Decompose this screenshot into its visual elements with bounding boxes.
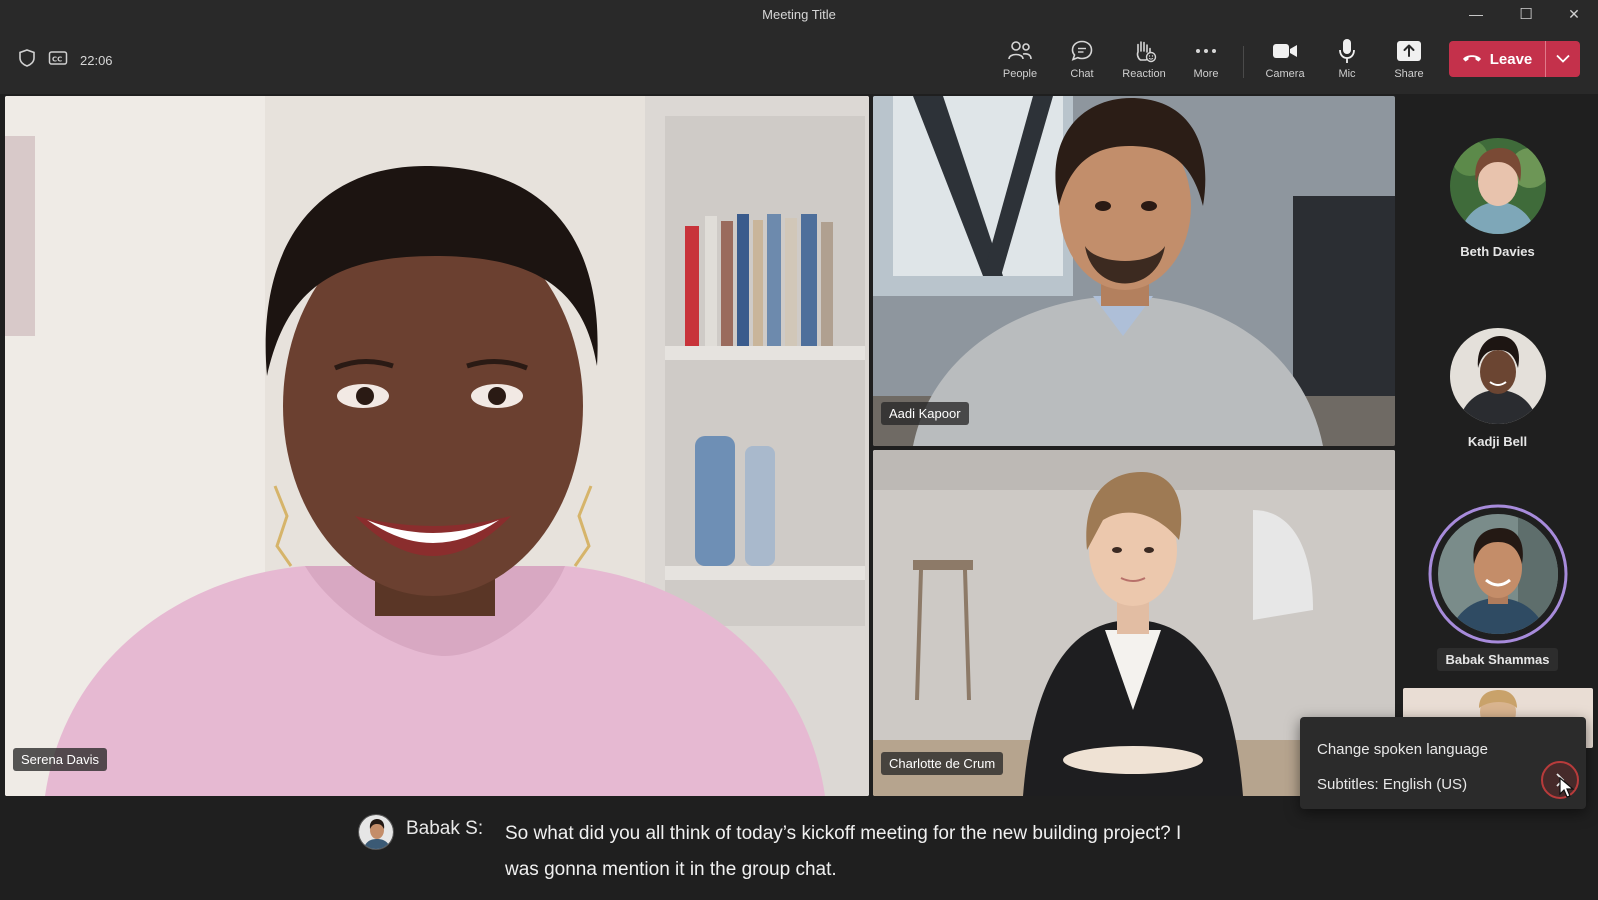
reaction-label: Reaction [1122,68,1166,80]
mouse-cursor-icon [1559,776,1575,804]
window-title: Meeting Title [762,6,836,22]
more-icon [1192,38,1220,64]
participant-name-tag: Aadi Kapoor [881,402,969,425]
mic-label: Mic [1338,68,1356,80]
more-button[interactable]: More [1177,38,1235,86]
meeting-toolbar: CC 22:06 People Chat Reaction More Camer… [0,28,1598,94]
avatar [1449,328,1546,424]
meeting-timer: 22:06 [80,53,113,68]
leave-options-button[interactable] [1546,41,1580,77]
video-tile-main[interactable]: Serena Davis [5,96,869,796]
rail-participant-name: Babak Shammas [1437,648,1558,671]
chat-label: Chat [1070,68,1094,80]
rail-participant-name: Beth Davies [1460,244,1535,259]
live-captions: Babak S: So what did you all think of to… [0,796,1598,900]
people-icon [1006,38,1034,64]
rail-participant-kadji[interactable]: Kadji Bell [1397,328,1598,449]
avatar-speaking [1428,504,1567,644]
subtitles-submenu-button[interactable] [1541,761,1579,799]
phone-hangup-icon [1462,51,1482,68]
rail-participant-babak[interactable]: Babak Shammas [1397,504,1598,671]
chat-button[interactable]: Chat [1053,38,1111,86]
more-label: More [1193,68,1219,80]
camera-label: Camera [1265,68,1305,80]
participant-video [5,96,869,796]
leave-button[interactable]: Leave [1449,41,1545,77]
participant-rail: Beth Davies Kadji Bell Babak Shammas [1397,96,1598,796]
minimize-button[interactable]: — [1452,0,1500,28]
people-label: People [1002,68,1038,80]
mic-button[interactable]: Mic [1318,38,1376,86]
camera-icon [1271,38,1299,64]
close-button[interactable]: ✕ [1550,0,1598,28]
reaction-button[interactable]: Reaction [1115,38,1173,86]
menu-item-subtitles[interactable]: Subtitles: English (US) [1317,776,1467,793]
leave-label: Leave [1489,50,1533,68]
caption-text: So what did you all think of today’s kic… [505,823,1182,880]
share-button[interactable]: Share [1380,38,1438,86]
caption-settings-menu: Change spoken language Subtitles: Englis… [1300,717,1586,809]
maximize-button[interactable]: ☐ [1502,0,1550,28]
participant-name-tag: Serena Davis [13,748,108,771]
participant-video [873,96,1395,446]
chevron-down-icon [1556,50,1570,68]
toolbar-divider [1243,46,1244,78]
share-label: Share [1394,68,1424,80]
shield-icon[interactable] [18,48,36,73]
microphone-icon [1333,38,1361,64]
avatar [1449,138,1546,234]
caption-speaker-avatar [358,814,394,850]
meeting-info: CC 22:06 [18,48,113,73]
video-tile-top-right[interactable]: Aadi Kapoor [873,96,1395,446]
participant-name-tag: Charlotte de Crum [881,752,1004,775]
caption-speaker-name: Babak S: [406,818,484,839]
title-bar: Meeting Title — ☐ ✕ [0,0,1598,28]
raise-hand-icon [1130,38,1158,64]
chat-icon [1068,38,1096,64]
rail-participant-name: Kadji Bell [1467,434,1528,449]
svg-text:CC: CC [52,56,62,64]
share-screen-icon [1395,38,1423,64]
menu-item-change-spoken-language[interactable]: Change spoken language [1317,741,1488,758]
rail-participant-beth[interactable]: Beth Davies [1397,138,1598,259]
camera-button[interactable]: Camera [1256,38,1314,86]
people-button[interactable]: People [991,38,1049,86]
leave-button-group: Leave [1449,41,1580,77]
closed-captions-icon[interactable]: CC [48,50,68,71]
